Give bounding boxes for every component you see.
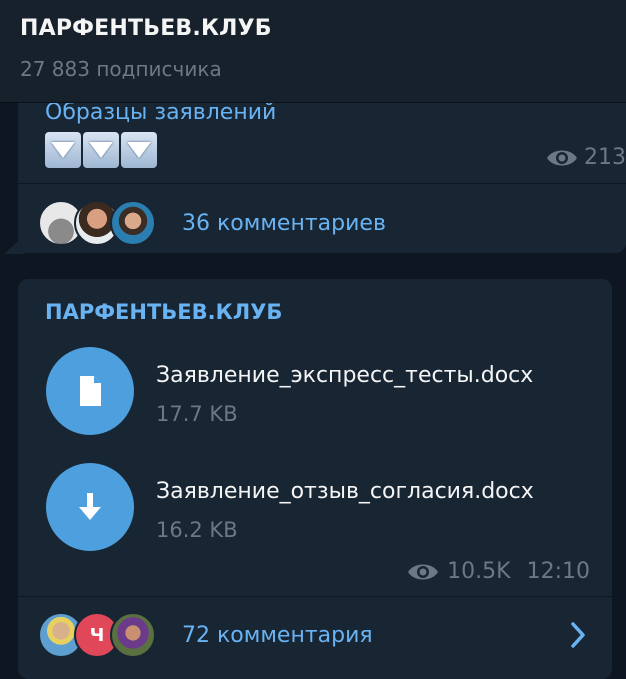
eye-icon (547, 150, 577, 165)
divider (18, 183, 626, 184)
post-time: 12:10 (526, 559, 590, 584)
file-attachment[interactable]: Заявление_экспресс_тесты.docx 17.7 KB (46, 347, 533, 435)
download-button[interactable] (46, 463, 134, 551)
post-meta: 10.5K 12:10 (407, 559, 590, 584)
post-link-text[interactable]: Образцы заявлений (45, 100, 276, 125)
subscriber-count: 27 883 подписчика (20, 57, 222, 81)
comments-link[interactable]: 36 комментариев (182, 211, 386, 236)
down-arrow-emoji-icon (121, 132, 157, 168)
document-icon (80, 376, 101, 406)
message-bubble[interactable]: ПАРФЕНТЬЕВ.КЛУБ Заявление_экспресс_тесты… (18, 279, 612, 679)
commenter-avatars[interactable]: Ч (38, 612, 156, 658)
download-icon (79, 493, 101, 520)
chat-header[interactable]: ПАРФЕНТЬЕВ.КЛУБ 27 883 подписчика (0, 0, 626, 103)
eye-icon (408, 564, 439, 579)
down-arrow-emojis (45, 132, 157, 168)
down-arrow-emoji-icon (83, 132, 119, 168)
file-size: 16.2 KB (156, 518, 238, 542)
file-size: 17.7 KB (156, 402, 238, 426)
down-arrow-emoji-icon (45, 132, 81, 168)
view-count: 213 (584, 145, 626, 170)
view-counter: 213 (546, 145, 626, 170)
avatar-letter: Ч (89, 624, 105, 646)
avatar (110, 612, 156, 658)
file-icon-button[interactable] (46, 347, 134, 435)
avatar (110, 200, 156, 246)
file-name[interactable]: Заявление_отзыв_согласия.docx (156, 479, 534, 504)
chevron-right-icon[interactable] (570, 621, 586, 649)
channel-title[interactable]: ПАРФЕНТЬЕВ.КЛУБ (20, 16, 272, 41)
post-author[interactable]: ПАРФЕНТЬЕВ.КЛУБ (45, 300, 282, 324)
view-count: 10.5K (447, 559, 511, 584)
divider (18, 596, 612, 597)
file-attachment[interactable]: Заявление_отзыв_согласия.docx 16.2 KB (46, 463, 534, 551)
comments-link[interactable]: 72 комментария (182, 623, 373, 648)
file-name[interactable]: Заявление_экспресс_тесты.docx (156, 363, 533, 388)
commenter-avatars[interactable] (38, 200, 156, 246)
